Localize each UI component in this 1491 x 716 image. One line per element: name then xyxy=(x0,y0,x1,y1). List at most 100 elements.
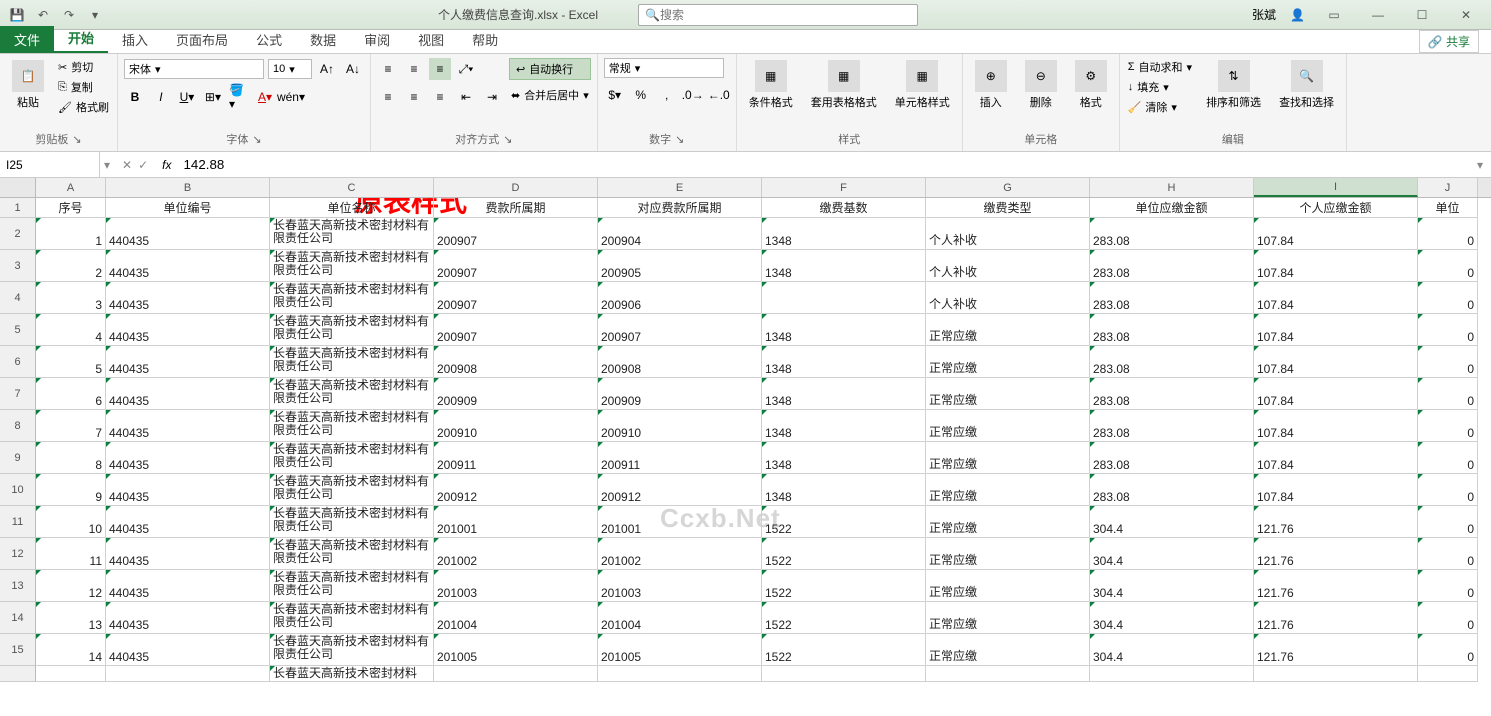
cell[interactable]: 440435 xyxy=(106,538,270,570)
fill-color-button[interactable]: 🪣▾ xyxy=(228,86,250,108)
cell[interactable]: 201003 xyxy=(434,570,598,602)
decrease-decimal-icon[interactable]: ←.0 xyxy=(708,84,730,106)
cell[interactable]: 200908 xyxy=(598,346,762,378)
cell[interactable]: 0 xyxy=(1418,378,1478,410)
dialog-launcher-icon[interactable]: ↘ xyxy=(675,133,684,146)
cell[interactable]: 0 xyxy=(1418,218,1478,250)
share-button[interactable]: 🔗 共享 xyxy=(1419,30,1479,53)
underline-button[interactable]: U▾ xyxy=(176,86,198,108)
row-header[interactable]: 14 xyxy=(0,602,36,634)
cell[interactable]: 2 xyxy=(36,250,106,282)
row-header[interactable]: 2 xyxy=(0,218,36,250)
cell[interactable]: 1348 xyxy=(762,250,926,282)
cell[interactable]: 200907 xyxy=(434,250,598,282)
cancel-formula-icon[interactable]: ✕ xyxy=(122,158,132,172)
cell[interactable]: 9 xyxy=(36,474,106,506)
name-box[interactable] xyxy=(0,152,100,177)
row-header[interactable]: 4 xyxy=(0,282,36,314)
cell[interactable]: 283.08 xyxy=(1090,378,1254,410)
cell[interactable]: 107.84 xyxy=(1254,218,1418,250)
cell[interactable] xyxy=(762,666,926,682)
cell[interactable]: 12 xyxy=(36,570,106,602)
col-header-A[interactable]: A xyxy=(36,178,106,197)
cell[interactable]: 107.84 xyxy=(1254,442,1418,474)
row-header[interactable]: 13 xyxy=(0,570,36,602)
cell[interactable]: 10 xyxy=(36,506,106,538)
cell[interactable]: 0 xyxy=(1418,282,1478,314)
cell[interactable]: 283.08 xyxy=(1090,250,1254,282)
cell[interactable]: 1348 xyxy=(762,474,926,506)
cell[interactable]: 1348 xyxy=(762,218,926,250)
col-header-B[interactable]: B xyxy=(106,178,270,197)
cell[interactable]: 107.84 xyxy=(1254,314,1418,346)
cell[interactable]: 201002 xyxy=(598,538,762,570)
align-bottom-icon[interactable]: ≡ xyxy=(429,58,451,80)
row-header[interactable]: 10 xyxy=(0,474,36,506)
fx-icon[interactable]: fx xyxy=(156,158,177,172)
cell[interactable]: 0 xyxy=(1418,634,1478,666)
cell[interactable]: 长春蓝天高新技术密封材料有限责任公司 xyxy=(270,282,434,314)
row-header[interactable]: 11 xyxy=(0,506,36,538)
cell[interactable]: 440435 xyxy=(106,634,270,666)
cell[interactable]: 0 xyxy=(1418,474,1478,506)
row-header[interactable]: 3 xyxy=(0,250,36,282)
cell[interactable]: 107.84 xyxy=(1254,378,1418,410)
header-cell[interactable]: 单位应缴金额 xyxy=(1090,198,1254,218)
cell[interactable]: 440435 xyxy=(106,314,270,346)
cell[interactable]: 0 xyxy=(1418,250,1478,282)
cell[interactable]: 长春蓝天高新技术密封材料有限责任公司 xyxy=(270,250,434,282)
cell[interactable]: 200907 xyxy=(598,314,762,346)
enter-formula-icon[interactable]: ✓ xyxy=(138,158,148,172)
cell[interactable]: 440435 xyxy=(106,282,270,314)
cell[interactable]: 283.08 xyxy=(1090,410,1254,442)
row-header[interactable]: 9 xyxy=(0,442,36,474)
cell[interactable]: 440435 xyxy=(106,378,270,410)
cell[interactable]: 121.76 xyxy=(1254,570,1418,602)
cell[interactable]: 7 xyxy=(36,410,106,442)
qat-customize-icon[interactable]: ▾ xyxy=(86,6,104,24)
cell[interactable]: 121.76 xyxy=(1254,602,1418,634)
header-cell[interactable]: 缴费基数 xyxy=(762,198,926,218)
cell[interactable]: 1348 xyxy=(762,410,926,442)
format-painter-button[interactable]: 🖌格式刷 xyxy=(56,98,111,116)
cell[interactable]: 201005 xyxy=(434,634,598,666)
fill-button[interactable]: ↓填充▾ xyxy=(1126,78,1194,96)
close-icon[interactable]: ✕ xyxy=(1451,4,1481,26)
align-top-icon[interactable]: ≡ xyxy=(377,58,399,80)
header-cell[interactable]: 对应费款所属期 xyxy=(598,198,762,218)
header-cell[interactable]: 单位编号 xyxy=(106,198,270,218)
header-cell[interactable]: 单位名称 xyxy=(270,198,434,218)
cell[interactable]: 201004 xyxy=(598,602,762,634)
number-format-select[interactable]: 常规▾ xyxy=(604,58,724,78)
cell[interactable]: 长春蓝天高新技术密封材料有限责任公司 xyxy=(270,442,434,474)
user-avatar-icon[interactable]: 👤 xyxy=(1290,8,1305,22)
cell[interactable]: 107.84 xyxy=(1254,282,1418,314)
row-header[interactable]: 15 xyxy=(0,634,36,666)
cell[interactable]: 304.4 xyxy=(1090,602,1254,634)
cell[interactable]: 200909 xyxy=(434,378,598,410)
decrease-indent-icon[interactable]: ⇤ xyxy=(455,86,477,108)
cell[interactable]: 长春蓝天高新技术密封材料有限责任公司 xyxy=(270,506,434,538)
row-header[interactable] xyxy=(0,666,36,682)
sort-filter-button[interactable]: ⇅排序和筛选 xyxy=(1200,58,1267,112)
cell[interactable]: 4 xyxy=(36,314,106,346)
cell[interactable]: 长春蓝天高新技术密封材料 xyxy=(270,666,434,682)
tab-home[interactable]: 开始 xyxy=(54,24,108,53)
paste-button[interactable]: 📋 粘贴 xyxy=(6,58,50,112)
header-cell[interactable]: 序号 xyxy=(36,198,106,218)
cell[interactable]: 3 xyxy=(36,282,106,314)
dialog-launcher-icon[interactable]: ↘ xyxy=(503,133,512,146)
cell[interactable]: 0 xyxy=(1418,538,1478,570)
cell[interactable]: 304.4 xyxy=(1090,538,1254,570)
cell[interactable]: 107.84 xyxy=(1254,410,1418,442)
grid-body[interactable]: 1序号单位编号单位名称费款所属期对应费款所属期缴费基数缴费类型单位应缴金额个人应… xyxy=(0,198,1491,716)
search-input[interactable] xyxy=(660,8,911,22)
cell[interactable]: 1522 xyxy=(762,634,926,666)
row-header[interactable]: 12 xyxy=(0,538,36,570)
cell[interactable]: 440435 xyxy=(106,410,270,442)
cell[interactable]: 1522 xyxy=(762,570,926,602)
increase-indent-icon[interactable]: ⇥ xyxy=(481,86,503,108)
cell[interactable]: 283.08 xyxy=(1090,346,1254,378)
cell[interactable]: 107.84 xyxy=(1254,346,1418,378)
cell[interactable]: 440435 xyxy=(106,474,270,506)
